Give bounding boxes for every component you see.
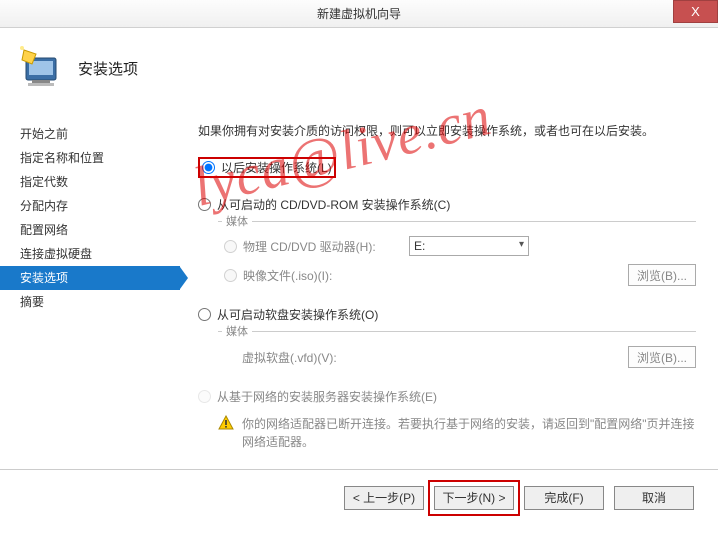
finish-button[interactable]: 完成(F) <box>524 486 604 510</box>
back-button[interactable]: < 上一步(P) <box>344 486 424 510</box>
description-text: 如果你拥有对安装介质的访问权限，则可以立即安装操作系统，或者也可在以后安装。 <box>198 122 696 139</box>
label-vfd: 虚拟软盘(.vfd)(V): <box>242 349 402 366</box>
option-install-network: 从基于网络的安装服务器安装操作系统(E) <box>198 386 696 407</box>
sidebar-item-summary[interactable]: 摘要 <box>0 290 180 314</box>
wizard-icon <box>18 44 66 92</box>
label-install-floppy: 从可启动软盘安装操作系统(O) <box>217 306 378 323</box>
label-physical-cd: 物理 CD/DVD 驱动器(H): <box>243 238 403 255</box>
label-iso: 映像文件(.iso)(I): <box>243 267 403 284</box>
sidebar-item-install-options[interactable]: 安装选项 <box>0 266 180 290</box>
wizard-body: 开始之前 指定名称和位置 指定代数 分配内存 配置网络 连接虚拟硬盘 安装选项 … <box>0 108 718 450</box>
sidebar-item-network[interactable]: 配置网络 <box>0 218 180 242</box>
cd-media-group: 媒体 物理 CD/DVD 驱动器(H): E: 映像文件(.iso)(I): 浏… <box>218 221 696 294</box>
radio-install-floppy[interactable] <box>198 308 211 321</box>
sidebar-item-before-you-begin[interactable]: 开始之前 <box>0 122 180 146</box>
main-panel: 如果你拥有对安装介质的访问权限，则可以立即安装操作系统，或者也可在以后安装。 以… <box>180 108 718 450</box>
label-install-cd: 从可启动的 CD/DVD-ROM 安装操作系统(C) <box>217 196 450 213</box>
browse-vfd-button: 浏览(B)... <box>628 346 696 368</box>
wizard-header: 安装选项 <box>0 28 718 108</box>
radio-iso <box>224 269 237 282</box>
window-title: 新建虚拟机向导 <box>317 5 401 22</box>
iso-row: 映像文件(.iso)(I): 浏览(B)... <box>218 260 696 290</box>
warning-text: 你的网络适配器已断开连接。若要执行基于网络的安装，请返回到"配置网络"页并连接网… <box>242 415 696 451</box>
drive-combo: E: <box>409 236 529 256</box>
option-install-floppy[interactable]: 从可启动软盘安装操作系统(O) <box>198 304 696 325</box>
option-install-later[interactable]: 以后安装操作系统(L) <box>198 157 336 178</box>
page-title: 安装选项 <box>78 58 138 79</box>
radio-install-later[interactable] <box>202 161 215 174</box>
floppy-media-group-label: 媒体 <box>222 323 252 339</box>
radio-physical-cd <box>224 240 237 253</box>
physical-cd-row: 物理 CD/DVD 驱动器(H): E: <box>218 232 696 260</box>
close-button[interactable]: X <box>673 0 718 23</box>
cd-media-group-label: 媒体 <box>222 213 252 229</box>
sidebar-item-memory[interactable]: 分配内存 <box>0 194 180 218</box>
radio-install-cd[interactable] <box>198 198 211 211</box>
floppy-media-group: 媒体 虚拟软盘(.vfd)(V): 浏览(B)... <box>218 331 696 376</box>
sidebar-item-vhd[interactable]: 连接虚拟硬盘 <box>0 242 180 266</box>
sidebar: 开始之前 指定名称和位置 指定代数 分配内存 配置网络 连接虚拟硬盘 安装选项 … <box>0 108 180 450</box>
cancel-button[interactable]: 取消 <box>614 486 694 510</box>
titlebar: 新建虚拟机向导 X <box>0 0 718 28</box>
network-warning: 你的网络适配器已断开连接。若要执行基于网络的安装，请返回到"配置网络"页并连接网… <box>198 411 696 451</box>
option-install-cd[interactable]: 从可启动的 CD/DVD-ROM 安装操作系统(C) <box>198 194 696 215</box>
sidebar-item-generation[interactable]: 指定代数 <box>0 170 180 194</box>
label-install-later: 以后安装操作系统(L) <box>221 159 332 176</box>
label-install-network: 从基于网络的安装服务器安装操作系统(E) <box>217 388 437 405</box>
next-button[interactable]: 下一步(N) > <box>434 486 514 510</box>
warning-icon <box>218 415 234 431</box>
browse-iso-button: 浏览(B)... <box>628 264 696 286</box>
wizard-footer: < 上一步(P) 下一步(N) > 完成(F) 取消 <box>0 469 718 525</box>
radio-install-network <box>198 390 211 403</box>
vfd-row: 虚拟软盘(.vfd)(V): 浏览(B)... <box>218 342 696 372</box>
sidebar-item-name-location[interactable]: 指定名称和位置 <box>0 146 180 170</box>
